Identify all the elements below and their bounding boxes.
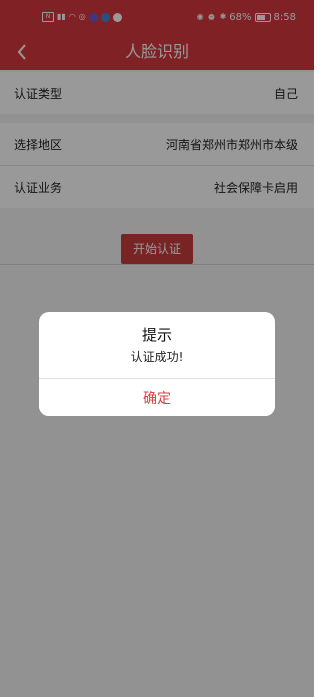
confirm-button[interactable]: 确定 — [39, 379, 275, 416]
dialog-title: 提示 — [141, 326, 172, 344]
alert-dialog: 提示 认证成功! 确定 — [39, 312, 275, 416]
dialog-message: 认证成功! — [130, 350, 184, 364]
